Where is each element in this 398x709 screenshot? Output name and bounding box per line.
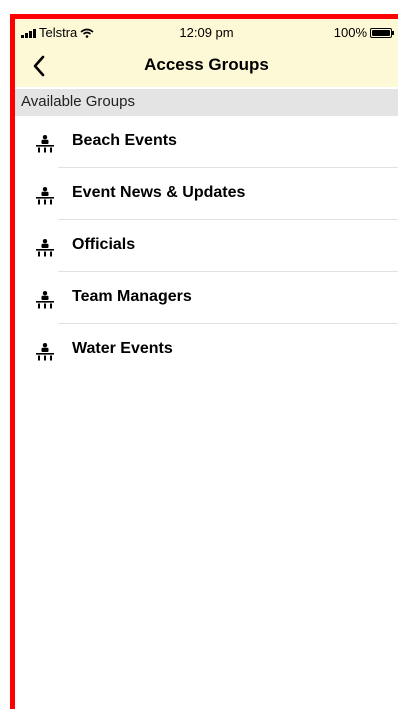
highlight-border-left: [10, 14, 15, 709]
list-item-event-news-updates[interactable]: Event News & Updates: [15, 168, 398, 220]
section-header: Available Groups: [15, 89, 398, 116]
group-label: Team Managers: [72, 288, 192, 305]
group-label: Beach Events: [72, 132, 177, 149]
group-icon: [36, 135, 54, 153]
group-list: Beach Events Event News & Updates Offici…: [15, 116, 398, 376]
group-icon: [36, 291, 54, 309]
battery-icon: [370, 27, 394, 38]
highlight-border-top: [10, 14, 398, 19]
header: Telstra 12:09 pm 100% Access Groups: [15, 19, 398, 87]
app-screen: Telstra 12:09 pm 100% Access Groups Avai…: [0, 0, 398, 709]
group-icon: [36, 187, 54, 205]
status-bar: Telstra 12:09 pm 100%: [15, 19, 398, 45]
battery-percent: 100%: [333, 25, 367, 40]
page-title: Access Groups: [144, 55, 269, 74]
group-icon: [36, 343, 54, 361]
group-icon: [36, 239, 54, 257]
list-item-officials[interactable]: Officials: [15, 220, 398, 272]
list-item-team-managers[interactable]: Team Managers: [15, 272, 398, 324]
list-item-beach-events[interactable]: Beach Events: [15, 116, 398, 168]
list-item-water-events[interactable]: Water Events: [15, 324, 398, 376]
nav-bar: Access Groups: [15, 45, 398, 87]
group-label: Event News & Updates: [72, 184, 246, 201]
group-label: Officials: [72, 236, 136, 253]
group-label: Water Events: [72, 340, 173, 357]
status-right: 100%: [333, 25, 394, 40]
